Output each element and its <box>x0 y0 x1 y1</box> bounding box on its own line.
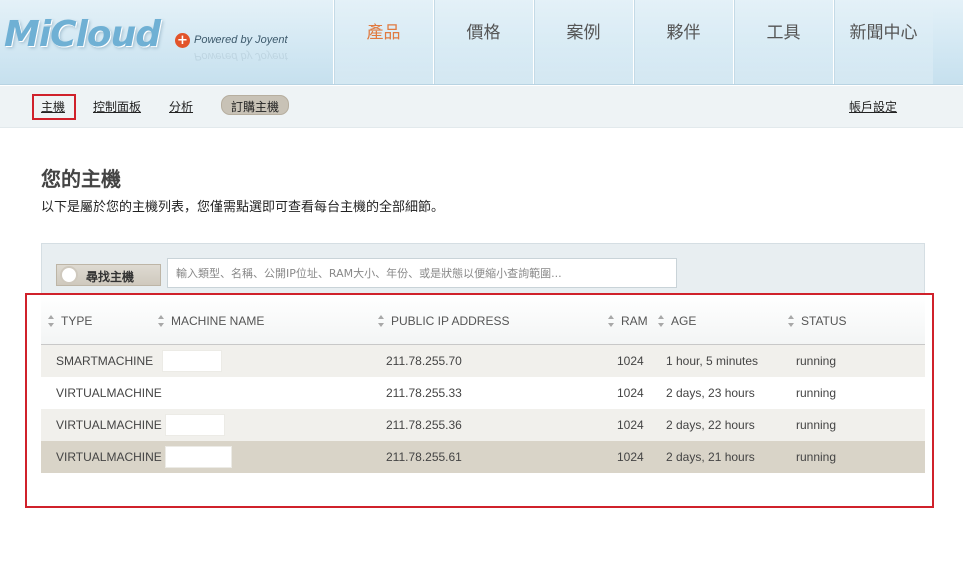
cell-age: 2 days, 21 hours <box>666 450 755 464</box>
sort-icon <box>157 315 165 327</box>
column-header-ram[interactable]: RAM <box>607 314 648 328</box>
cell-age: 2 days, 23 hours <box>666 386 755 400</box>
cell-status: running <box>796 354 837 368</box>
sub-nav-host[interactable]: 主機 <box>41 98 65 115</box>
column-label-public-ip: PUBLIC IP ADDRESS <box>391 314 510 328</box>
cell-public-ip: 211.78.255.33 <box>386 386 462 400</box>
sort-icon <box>787 315 795 327</box>
column-label-status: STATUS <box>801 314 847 328</box>
cell-type: VIRTUALMACHINE <box>56 450 162 464</box>
cell-public-ip: 211.78.255.70 <box>386 354 462 368</box>
column-label-age: AGE <box>671 314 697 328</box>
cell-machine-name <box>162 350 222 372</box>
search-panel: 尋找主機 <box>41 243 925 295</box>
cell-machine-name <box>162 382 222 404</box>
search-input[interactable] <box>167 258 677 288</box>
cell-type: VIRTUALMACHINE <box>56 418 162 432</box>
sort-icon <box>377 315 385 327</box>
sub-nav-account-settings[interactable]: 帳戶設定 <box>849 98 897 115</box>
main-nav-pricing[interactable]: 價格 <box>433 0 533 84</box>
cell-type: VIRTUALMACHINE <box>56 386 162 400</box>
cell-ram: 1024 <box>617 418 644 432</box>
sub-nav: 主機 控制面板 分析 訂購主機 帳戶設定 <box>0 86 963 128</box>
column-label-machine-name: MACHINE NAME <box>171 314 265 328</box>
search-icon <box>60 266 78 284</box>
order-host-button[interactable]: 訂購主機 <box>221 95 290 115</box>
column-header-public-ip[interactable]: PUBLIC IP ADDRESS <box>377 314 510 328</box>
cell-machine-name <box>165 414 225 436</box>
column-label-ram: RAM <box>621 314 648 328</box>
main-nav-cases[interactable]: 案例 <box>533 0 633 84</box>
cell-status: running <box>796 450 837 464</box>
table-row-selected[interactable]: VIRTUALMACHINE 211.78.255.61 1024 2 days… <box>41 441 925 473</box>
top-header: MiCloud + Powered by Joyent Powered by J… <box>0 0 963 85</box>
main-nav-partners[interactable]: 夥伴 <box>633 0 733 84</box>
table-row[interactable]: VIRTUALMACHINE 211.78.255.33 1024 2 days… <box>41 377 925 409</box>
cell-status: running <box>796 418 837 432</box>
cell-ram: 1024 <box>617 450 644 464</box>
main-nav-tools[interactable]: 工具 <box>733 0 833 84</box>
cell-ram: 1024 <box>617 354 644 368</box>
main-nav-news-center[interactable]: 新聞中心 <box>833 0 933 84</box>
column-label-type: TYPE <box>61 314 93 328</box>
logo-wordmark: MiCloud <box>4 14 161 55</box>
table-header: TYPE MACHINE NAME PUBLIC IP ADDRESS RAM … <box>41 295 925 345</box>
column-header-status[interactable]: STATUS <box>787 314 847 328</box>
column-header-machine-name[interactable]: MACHINE NAME <box>157 314 264 328</box>
cell-age: 1 hour, 5 minutes <box>666 354 759 368</box>
sort-icon <box>607 315 615 327</box>
page-title: 您的主機 <box>41 167 121 191</box>
powered-by-text: Powered by Joyent <box>194 34 288 46</box>
sort-icon <box>47 315 55 327</box>
table-row[interactable]: SMARTMACHINE 211.78.255.70 1024 1 hour, … <box>41 345 925 377</box>
column-header-age[interactable]: AGE <box>657 314 696 328</box>
sort-icon <box>657 315 665 327</box>
sub-nav-control-panel[interactable]: 控制面板 <box>93 98 141 115</box>
column-header-type[interactable]: TYPE <box>47 314 92 328</box>
cell-status: running <box>796 386 837 400</box>
plus-icon: + <box>175 33 190 48</box>
table-row[interactable]: VIRTUALMACHINE 211.78.255.36 1024 2 days… <box>41 409 925 441</box>
machines-table: TYPE MACHINE NAME PUBLIC IP ADDRESS RAM … <box>41 295 925 473</box>
main-nav-products[interactable]: 產品 <box>333 0 433 84</box>
cell-ram: 1024 <box>617 386 644 400</box>
powered-by-reflection: Powered by Joyent <box>194 50 288 62</box>
cell-public-ip: 211.78.255.36 <box>386 418 462 432</box>
cell-machine-name <box>165 446 232 468</box>
page-subtitle: 以下是屬於您的主機列表，您僅需點選即可查看每台主機的全部細節。 <box>41 200 445 215</box>
cell-type: SMARTMACHINE <box>56 354 154 368</box>
cell-age: 2 days, 22 hours <box>666 418 755 432</box>
search-label: 尋找主機 <box>86 270 135 284</box>
search-label-box: 尋找主機 <box>56 264 161 286</box>
main-nav: 產品 價格 案例 夥伴 工具 新聞中心 <box>333 0 933 84</box>
sub-nav-analysis[interactable]: 分析 <box>169 98 193 115</box>
cell-public-ip: 211.78.255.61 <box>386 450 462 464</box>
micloud-logo[interactable]: MiCloud + Powered by Joyent Powered by J… <box>4 14 304 74</box>
